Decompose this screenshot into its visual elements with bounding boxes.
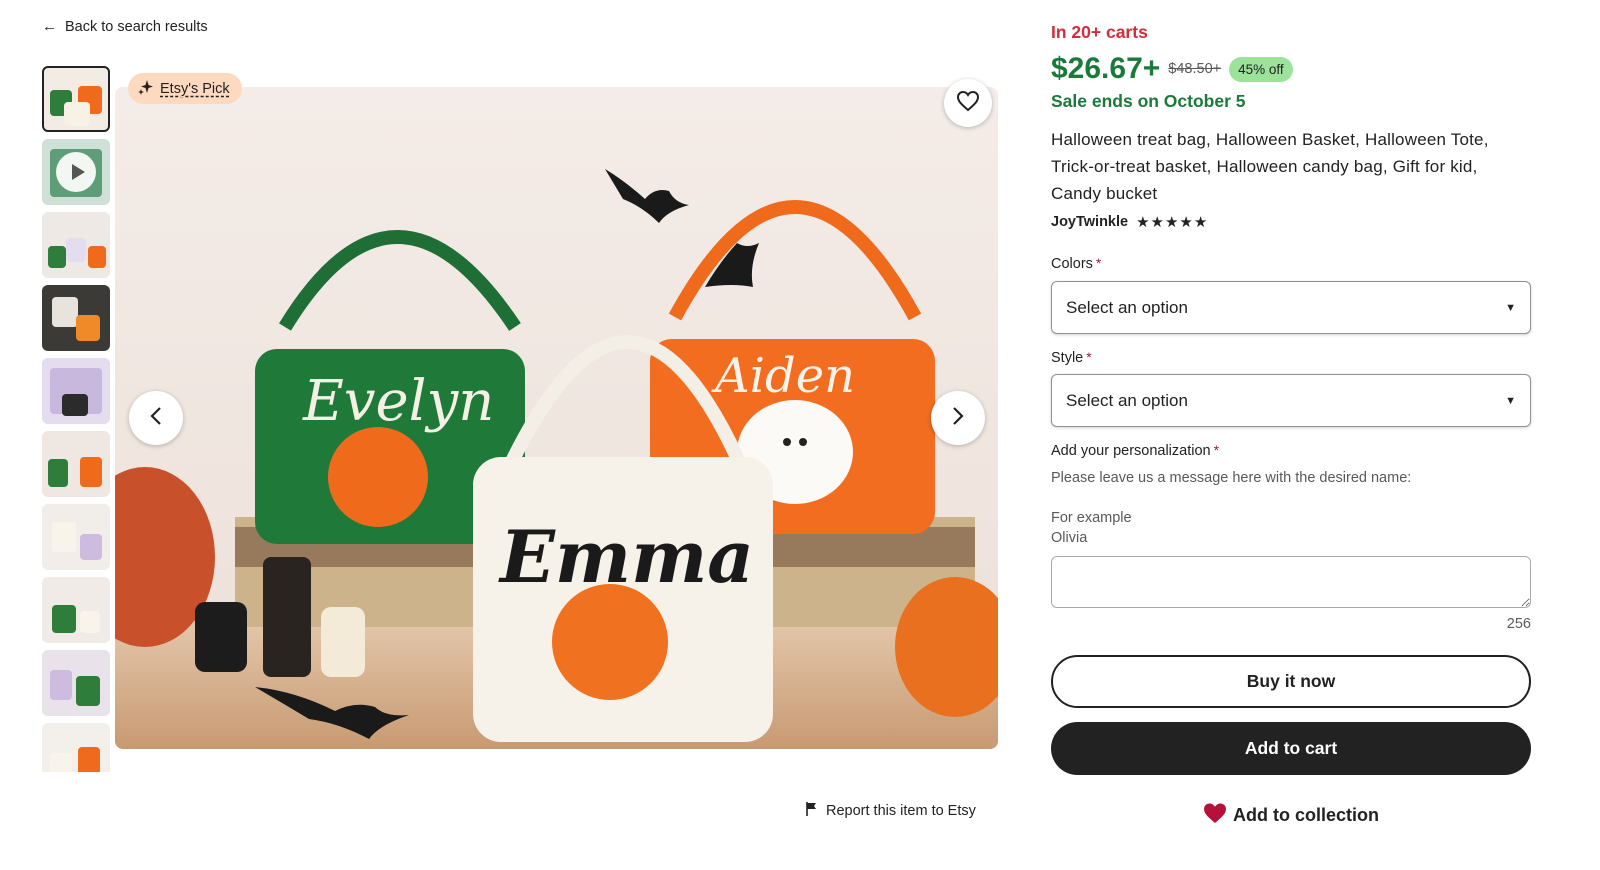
arrow-left-icon: ← [42, 18, 57, 35]
thumbnail-3[interactable] [42, 212, 110, 278]
sale-price: $26.67+ [1051, 52, 1161, 85]
thumbnail-video[interactable] [42, 139, 110, 205]
colors-select-value: Select an option [1066, 297, 1188, 317]
add-to-collection-button[interactable]: Add to collection [1051, 802, 1531, 829]
etsys-pick-label: Etsy's Pick [160, 80, 230, 97]
thumbnail-strip [42, 66, 110, 772]
thumbnail-1[interactable] [42, 66, 110, 132]
style-select[interactable]: Select an option ▼ [1051, 374, 1531, 427]
star-rating[interactable]: ★★★★★ [1136, 213, 1208, 231]
required-marker: * [1213, 442, 1220, 458]
discount-badge: 45% off [1229, 56, 1293, 82]
etsys-pick-badge[interactable]: Etsy's Pick [128, 73, 242, 104]
listing-title: Halloween treat bag, Halloween Basket, H… [1051, 130, 1489, 203]
thumbnail-6[interactable] [42, 431, 110, 497]
example-value: Olivia [1051, 530, 1088, 546]
heart-filled-icon [1203, 802, 1227, 829]
thumbnail-9[interactable] [42, 650, 110, 716]
chevron-right-icon [951, 406, 965, 431]
buy-it-now-button[interactable]: Buy it now [1051, 655, 1531, 708]
shop-name-link[interactable]: JoyTwinkle [1051, 214, 1128, 230]
thumbnail-4[interactable] [42, 285, 110, 351]
price-row: $26.67+ $48.50+ 45% off [1051, 52, 1293, 86]
personalization-label: Add your personalization * [1051, 442, 1220, 459]
next-image-button[interactable] [931, 391, 985, 445]
play-icon [56, 152, 96, 192]
personalization-instructions: Please leave us a message here with the … [1051, 470, 1412, 486]
report-label: Report this item to Etsy [826, 803, 976, 819]
chevron-left-icon [149, 406, 163, 431]
favorite-button[interactable] [944, 79, 992, 127]
sparkle-icon [138, 79, 154, 99]
previous-image-button[interactable] [129, 391, 183, 445]
shop-row: JoyTwinkle ★★★★★ [1051, 213, 1208, 231]
style-select-value: Select an option [1066, 390, 1188, 410]
personalization-input[interactable] [1051, 556, 1531, 608]
thumbnail-7[interactable] [42, 504, 110, 570]
main-product-image[interactable]: Evelyn Aiden Emma [115, 87, 998, 749]
caret-down-icon: ▼ [1505, 394, 1516, 407]
required-marker: * [1095, 255, 1102, 271]
svg-text:Evelyn: Evelyn [302, 369, 494, 434]
required-marker: * [1086, 349, 1092, 365]
flag-icon [806, 802, 818, 820]
back-to-search-link[interactable]: ← Back to search results [42, 18, 208, 35]
style-label: Style * [1051, 349, 1092, 366]
thumbnail-10[interactable] [42, 723, 110, 772]
heart-outline-icon [956, 90, 980, 117]
add-to-collection-label: Add to collection [1233, 805, 1379, 825]
example-label: For example [1051, 510, 1132, 526]
thumbnail-5[interactable] [42, 358, 110, 424]
character-counter: 256 [1506, 616, 1531, 632]
svg-text:Aiden: Aiden [711, 348, 855, 404]
original-price: $48.50+ [1168, 61, 1222, 77]
sale-ends: Sale ends on October 5 [1051, 91, 1246, 111]
report-item-link[interactable]: Report this item to Etsy [806, 802, 976, 820]
back-link-label: Back to search results [65, 18, 208, 35]
carts-count: In 20+ carts [1051, 22, 1148, 42]
colors-select[interactable]: Select an option ▼ [1051, 281, 1531, 334]
colors-label: Colors * [1051, 255, 1102, 272]
caret-down-icon: ▼ [1505, 301, 1516, 314]
add-to-cart-button[interactable]: Add to cart [1051, 722, 1531, 775]
thumbnail-8[interactable] [42, 577, 110, 643]
